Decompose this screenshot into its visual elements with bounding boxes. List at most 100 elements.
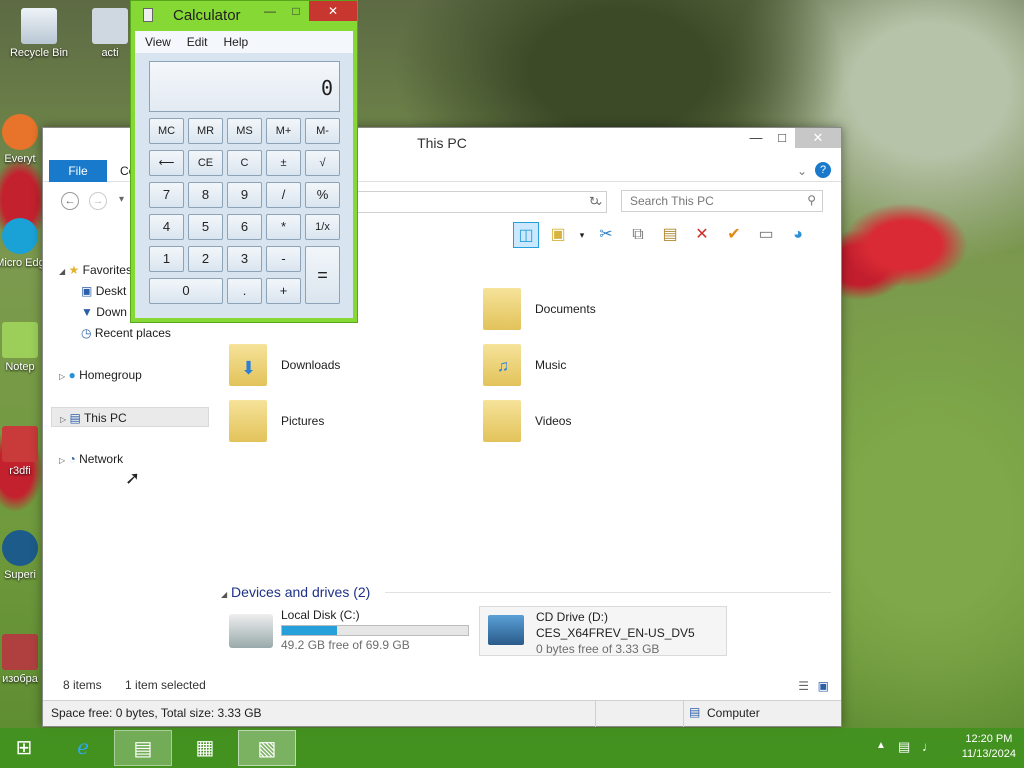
- details-view-icon[interactable]: ☰: [798, 679, 809, 693]
- show-hidden-icons-icon[interactable]: ▲: [876, 740, 886, 751]
- calc-key-decimal[interactable]: .: [227, 278, 262, 304]
- minimize-button[interactable]: —: [743, 128, 769, 148]
- calc-key-backspace[interactable]: ⟵: [149, 150, 184, 176]
- calc-key-multiply[interactable]: *: [266, 214, 301, 240]
- volume-muted-icon[interactable]: ♩: [922, 739, 935, 754]
- menu-edit[interactable]: Edit: [187, 31, 208, 53]
- nav-homegroup[interactable]: ▷ ● Homegroup: [59, 365, 142, 385]
- status-bar: 8 items 1 item selected: [63, 678, 206, 692]
- calc-key-0[interactable]: 0: [149, 278, 223, 304]
- computer-icon: ▤: [69, 411, 81, 425]
- collapse-icon: ◢: [221, 590, 228, 599]
- disk-usage-bar: [281, 625, 469, 636]
- calc-key-m-plus[interactable]: M+: [266, 118, 301, 144]
- nav-recent-places[interactable]: ◷ Recent places: [81, 323, 171, 343]
- nav-favorites[interactable]: ◢ ★ Favorites: [59, 260, 132, 280]
- devices-section-title[interactable]: ◢ Devices and drives (2): [221, 584, 831, 600]
- calc-maximize-button[interactable]: □: [283, 1, 309, 21]
- help-icon[interactable]: ?: [815, 162, 831, 178]
- calc-key-5[interactable]: 5: [188, 214, 223, 240]
- calc-minimize-button[interactable]: —: [257, 1, 283, 21]
- preview-pane-icon[interactable]: ◫: [513, 222, 539, 248]
- calc-key-6[interactable]: 6: [227, 214, 262, 240]
- large-icons-view-icon[interactable]: ▣: [818, 679, 829, 693]
- maximize-button[interactable]: □: [769, 128, 795, 148]
- start-button[interactable]: ⊞: [0, 730, 48, 766]
- expand-icon: ◢: [59, 267, 66, 276]
- search-input[interactable]: Search This PC ⚲: [621, 190, 823, 212]
- calc-key-mc[interactable]: MC: [149, 118, 184, 144]
- calc-key-ce[interactable]: CE: [188, 150, 223, 176]
- calc-key-divide[interactable]: /: [266, 182, 301, 208]
- calc-key-plus[interactable]: +: [266, 278, 301, 304]
- calculator-titlebar[interactable]: Calculator — □ ✕: [131, 1, 357, 29]
- paste-icon[interactable]: ▤: [657, 222, 683, 248]
- network-tray-icon[interactable]: ▤: [898, 739, 910, 755]
- calc-key-percent[interactable]: %: [305, 182, 340, 208]
- info-bar: Space free: 0 bytes, Total size: 3.33 GB…: [43, 700, 841, 727]
- calc-key-8[interactable]: 8: [188, 182, 223, 208]
- internet-explorer-icon[interactable]: ℯ: [54, 730, 112, 766]
- calc-key-sqrt[interactable]: √: [305, 150, 340, 176]
- properties-icon[interactable]: ▣: [545, 222, 571, 248]
- expand-icon: ▷: [59, 456, 66, 465]
- recent-locations-icon[interactable]: ▾: [119, 194, 124, 205]
- folder-music[interactable]: ♫ Music: [483, 340, 713, 390]
- clock[interactable]: 12:20 PM 11/13/2024: [962, 732, 1016, 762]
- app-icon: [2, 426, 38, 462]
- calc-key-equals[interactable]: =: [305, 246, 340, 304]
- calc-key-m-minus[interactable]: M-: [305, 118, 340, 144]
- calc-key-1[interactable]: 1: [149, 246, 184, 272]
- calc-close-button[interactable]: ✕: [309, 1, 357, 21]
- drive-cd[interactable]: CD Drive (D:) CES_X64FREV_EN-US_DV5 0 by…: [479, 606, 727, 656]
- calc-key-2[interactable]: 2: [188, 246, 223, 272]
- address-bar[interactable]: ⌄: [357, 191, 607, 213]
- ribbon-expand-icon[interactable]: ⌄: [797, 164, 807, 178]
- calc-key-mr[interactable]: MR: [188, 118, 223, 144]
- everything-icon: [2, 114, 38, 150]
- network-icon: ◔: [68, 452, 76, 466]
- file-explorer-taskbar-icon[interactable]: ▤: [114, 730, 172, 766]
- calc-key-7[interactable]: 7: [149, 182, 184, 208]
- tab-file[interactable]: File: [49, 160, 107, 182]
- calc-key-minus[interactable]: -: [266, 246, 301, 272]
- folder-pictures[interactable]: Pictures: [229, 396, 459, 446]
- calc-key-3[interactable]: 3: [227, 246, 262, 272]
- settings-icon: [92, 8, 128, 44]
- recycle-bin-icon: [21, 8, 57, 44]
- folder-documents[interactable]: Documents: [483, 284, 713, 334]
- calc-key-reciprocal[interactable]: 1/x: [305, 214, 340, 240]
- calculator-taskbar-icon[interactable]: ▧: [238, 730, 296, 766]
- calc-key-c[interactable]: C: [227, 150, 262, 176]
- folder-videos[interactable]: Videos: [483, 396, 713, 446]
- toolbar-dropdown-icon[interactable]: ▾: [577, 222, 587, 248]
- copy-icon[interactable]: ⧉: [625, 222, 651, 248]
- nav-this-pc[interactable]: ▷ ▤ This PC: [51, 407, 209, 427]
- computer-icon: ▤: [689, 705, 701, 719]
- nav-network[interactable]: ▷ ◔ Network: [59, 449, 123, 469]
- cut-icon[interactable]: ✂: [593, 222, 619, 248]
- store-icon[interactable]: ▦: [176, 730, 234, 766]
- music-folder-icon: ♫: [483, 344, 521, 386]
- menu-help[interactable]: Help: [223, 31, 248, 53]
- menu-view[interactable]: View: [145, 31, 171, 53]
- calc-key-9[interactable]: 9: [227, 182, 262, 208]
- delete-icon[interactable]: ✕: [689, 222, 715, 248]
- folder-downloads[interactable]: ⬇ Downloads: [229, 340, 459, 390]
- nav-downloads[interactable]: ▼ Down: [81, 302, 127, 322]
- rename-icon[interactable]: ▭: [753, 222, 779, 248]
- desktop-icon-recycle-bin[interactable]: Recycle Bin: [1, 8, 77, 59]
- calc-key-plus-minus[interactable]: ±: [266, 150, 301, 176]
- network-icon[interactable]: ◕: [785, 222, 811, 248]
- close-button[interactable]: ✕: [795, 128, 841, 148]
- refresh-icon[interactable]: ↻: [589, 194, 599, 208]
- calc-key-4[interactable]: 4: [149, 214, 184, 240]
- forward-button[interactable]: →: [89, 192, 107, 210]
- calc-key-ms[interactable]: MS: [227, 118, 262, 144]
- nav-desktop[interactable]: ▣ Deskt: [81, 281, 126, 301]
- drive-local-disk[interactable]: Local Disk (C:) 49.2 GB free of 69.9 GB: [229, 606, 479, 656]
- back-button[interactable]: ←: [61, 192, 79, 210]
- videos-folder-icon: [483, 400, 521, 442]
- toolbar: ◫ ▣ ▾ ✂ ⧉ ▤ ✕ ✔ ▭ ◕: [513, 220, 835, 250]
- checkmark-icon[interactable]: ✔: [721, 222, 747, 248]
